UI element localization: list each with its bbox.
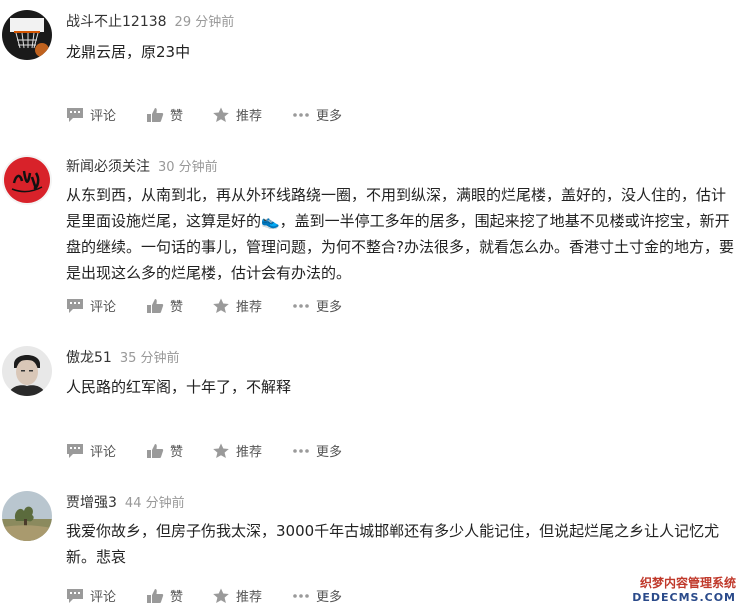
comment-time: 35 分钟前 <box>119 351 180 366</box>
recommend-button[interactable]: 推荐 <box>212 441 262 460</box>
user-avatar[interactable] <box>2 491 52 541</box>
comment-username-row: 新闻必须关注 30 分钟前 <box>66 156 218 176</box>
star-icon <box>212 107 230 123</box>
comment-time: 30 分钟前 <box>158 160 218 175</box>
recommend-label: 推荐 <box>236 590 263 605</box>
recommend-button[interactable]: 推荐 <box>212 105 262 124</box>
comment-text: 我爱你故乡，但房子伤我太深，3000千年古城邯郸还有多少人能记住，但说起烂尾之乡… <box>66 522 720 566</box>
recommend-label: 推荐 <box>236 109 263 124</box>
star-icon <box>212 588 230 604</box>
ellipsis-icon <box>292 107 310 123</box>
recommend-label: 推荐 <box>236 300 263 315</box>
comment-button[interactable]: 评论 <box>66 105 116 124</box>
more-label: 更多 <box>316 590 343 605</box>
like-label: 赞 <box>170 300 184 315</box>
comment-username-row: 贾增强3 44 分钟前 <box>66 492 185 512</box>
like-label: 赞 <box>170 445 184 460</box>
comment-time: 29 分钟前 <box>174 15 235 30</box>
comment-text: 人民路的红军阁，十年了，不解释 <box>66 378 292 396</box>
comment-username-row: 战斗不止12138 29 分钟前 <box>66 11 234 31</box>
more-button[interactable]: 更多 <box>292 441 342 460</box>
like-button[interactable]: 赞 <box>146 441 183 460</box>
comment-button[interactable]: 评论 <box>66 586 116 605</box>
like-label: 赞 <box>170 109 184 124</box>
ellipsis-icon <box>292 298 310 314</box>
comment-icon <box>66 588 84 604</box>
more-label: 更多 <box>316 445 343 460</box>
recommend-label: 推荐 <box>236 445 263 460</box>
ellipsis-icon <box>292 443 310 459</box>
thumbs-up-icon <box>146 443 164 459</box>
ellipsis-icon <box>292 588 310 604</box>
more-label: 更多 <box>316 300 343 315</box>
username[interactable]: 新闻必须关注 <box>66 159 150 175</box>
user-avatar[interactable] <box>2 346 52 396</box>
username[interactable]: 战斗不止12138 <box>66 14 167 30</box>
comment-label: 评论 <box>90 109 117 124</box>
comment-text: 龙鼎云居，原23中 <box>66 43 191 61</box>
comment-username-row: 傲龙51 35 分钟前 <box>66 347 180 367</box>
like-label: 赞 <box>170 590 184 605</box>
thumbs-up-icon <box>146 107 164 123</box>
like-button[interactable]: 赞 <box>146 586 183 605</box>
username[interactable]: 傲龙51 <box>66 350 112 366</box>
comment-button[interactable]: 评论 <box>66 296 116 315</box>
more-button[interactable]: 更多 <box>292 586 342 605</box>
user-avatar[interactable] <box>2 10 52 60</box>
comment-label: 评论 <box>90 590 117 605</box>
recommend-button[interactable]: 推荐 <box>212 586 262 605</box>
comment-icon <box>66 298 84 314</box>
user-avatar[interactable] <box>2 155 52 205</box>
thumbs-up-icon <box>146 588 164 604</box>
comment-time: 44 分钟前 <box>124 496 185 511</box>
comment-icon <box>66 443 84 459</box>
watermark-domain: DEDECMS.COM <box>632 591 736 604</box>
like-button[interactable]: 赞 <box>146 296 183 315</box>
more-button[interactable]: 更多 <box>292 296 342 315</box>
site-watermark: 织梦内容管理系统 DEDECMS.COM <box>618 574 738 608</box>
comment-label: 评论 <box>90 445 117 460</box>
more-button[interactable]: 更多 <box>292 105 342 124</box>
more-label: 更多 <box>316 109 343 124</box>
star-icon <box>212 443 230 459</box>
comment-icon <box>66 107 84 123</box>
comment-button[interactable]: 评论 <box>66 441 116 460</box>
thumbs-up-icon <box>146 298 164 314</box>
username[interactable]: 贾增强3 <box>66 495 117 511</box>
recommend-button[interactable]: 推荐 <box>212 296 262 315</box>
star-icon <box>212 298 230 314</box>
like-button[interactable]: 赞 <box>146 105 183 124</box>
watermark-title: 织梦内容管理系统 <box>639 576 736 590</box>
comment-text: 从东到西，从南到北，再从外环线路绕一圈，不用到纵深，满眼的烂尾楼，盖好的，没人住… <box>66 186 734 282</box>
comment-label: 评论 <box>90 300 117 315</box>
